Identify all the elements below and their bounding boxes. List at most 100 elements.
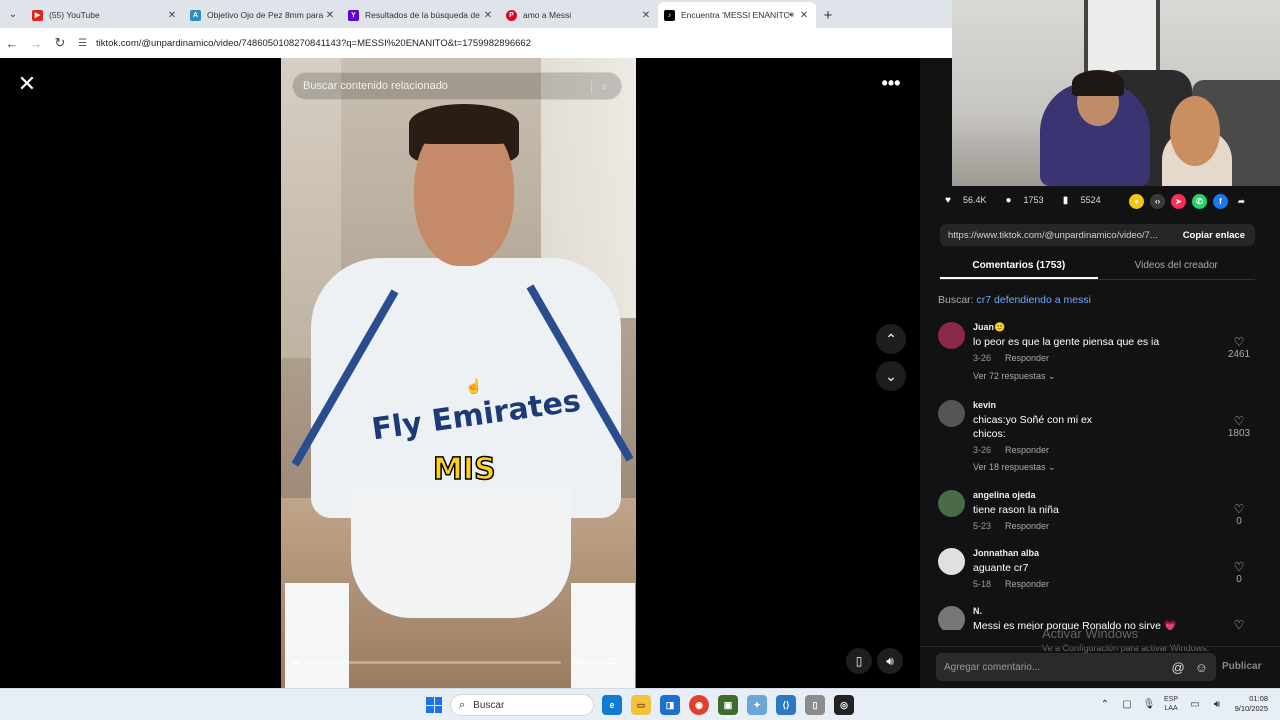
vscode-icon[interactable]: ⟨⟩: [776, 695, 796, 715]
heart-icon[interactable]: ♡: [1224, 618, 1254, 630]
tray-app-icon[interactable]: ▢: [1120, 699, 1134, 710]
network-icon[interactable]: ▭: [1188, 699, 1202, 710]
comment-author[interactable]: angelina ojeda: [973, 490, 1036, 500]
comment-placeholder: Agregar comentario...: [944, 661, 1041, 673]
taskbar-clock[interactable]: 01:08 9/10/2025: [1228, 694, 1268, 714]
volume-icon[interactable]: 🔊︎: [877, 648, 903, 674]
tab-title: amo a Messi: [523, 10, 572, 20]
heart-icon[interactable]: ♡: [1224, 414, 1254, 428]
comment-author[interactable]: N.: [973, 606, 982, 616]
mouse-cursor-icon: ☝: [465, 378, 483, 394]
comment-stat[interactable]: ● 1753: [1001, 192, 1044, 208]
browser-tab-objetivo[interactable]: A Objetivo Ojo de Pez 8mm para ✕: [184, 2, 342, 28]
floating-player-icon[interactable]: ▯: [846, 648, 872, 674]
volume-tray-icon[interactable]: 🔊︎: [1210, 699, 1224, 710]
reply-button[interactable]: Responder: [1005, 579, 1049, 589]
browser-tab-tiktok[interactable]: ♪ Encuentra 'MESSI ENANITO 🔊︎ ✕: [658, 2, 816, 28]
comment-author[interactable]: kevin: [973, 400, 996, 410]
avatar[interactable]: [938, 490, 965, 517]
comment-author[interactable]: Jonnathan alba: [973, 548, 1039, 558]
video-progress-bar[interactable]: [291, 661, 561, 664]
taskbar-search[interactable]: ⌕ Buscar: [450, 694, 594, 716]
facebook-icon[interactable]: f: [1213, 194, 1228, 209]
close-tab-icon[interactable]: ✕: [798, 10, 810, 21]
like-count: 56.4K: [963, 195, 987, 205]
search-icon[interactable]: ⌕: [591, 78, 611, 94]
close-tab-icon[interactable]: ✕: [166, 10, 178, 21]
coin-icon[interactable]: ●: [1129, 194, 1144, 209]
share-link-text[interactable]: https://www.tiktok.com/@unpardinamico/vi…: [940, 230, 1173, 241]
share-arrow-icon[interactable]: ➦: [1234, 194, 1249, 209]
heart-icon[interactable]: ♡: [1224, 502, 1254, 516]
previous-video-button[interactable]: ⌃: [876, 324, 906, 354]
whatsapp-icon[interactable]: ✆: [1192, 194, 1207, 209]
close-tab-icon[interactable]: ✕: [640, 10, 652, 21]
speaker-icon[interactable]: 🔊︎: [789, 10, 794, 20]
comment-like[interactable]: ♡ 2461: [1224, 335, 1254, 360]
usb-icon[interactable]: ▯: [805, 695, 825, 715]
emoji-icon[interactable]: ☺: [1195, 660, 1208, 675]
watermark-title: Activar Windows: [1042, 626, 1139, 641]
back-icon[interactable]: ←: [0, 36, 24, 51]
chrome-icon[interactable]: ◉: [689, 695, 709, 715]
post-button[interactable]: Publicar: [1222, 661, 1261, 672]
comment-author[interactable]: Juan🙂: [973, 322, 1005, 333]
file-explorer-icon[interactable]: ▭: [631, 695, 651, 715]
close-icon[interactable]: ✕: [14, 72, 40, 98]
video-player[interactable]: Fly Emirates MIS Buscar contenido relaci…: [281, 58, 636, 688]
tab-creator-videos[interactable]: Videos del creador: [1098, 254, 1256, 279]
reply-button[interactable]: Responder: [1005, 353, 1049, 363]
tab-search-button[interactable]: ⌄: [0, 0, 26, 28]
site-info-icon[interactable]: ☰: [78, 38, 92, 49]
comment-search-suggestion[interactable]: Buscar: cr7 defendiendo a messi: [938, 294, 1091, 306]
comment-like[interactable]: ♡ 1803: [1224, 414, 1254, 439]
view-replies-button[interactable]: Ver 72 respuestas ⌄: [973, 371, 1056, 382]
comment-meta: 5-23 Responder: [973, 521, 1049, 531]
store-icon[interactable]: ◨: [660, 695, 680, 715]
heart-icon[interactable]: ♡: [1224, 335, 1254, 349]
related-search-input[interactable]: Buscar contenido relacionado ⌕: [292, 72, 622, 100]
url-field[interactable]: ☰ tiktok.com/@unpardinamico/video/748605…: [78, 32, 952, 54]
app-icon[interactable]: ✦: [747, 695, 767, 715]
mention-icon[interactable]: @: [1172, 660, 1185, 675]
edge-icon[interactable]: e: [602, 695, 622, 715]
save-stat[interactable]: ▮ 5524: [1058, 192, 1101, 208]
browser-tab-pinterest[interactable]: P amo a Messi ✕: [500, 2, 658, 28]
pinterest-icon: P: [506, 9, 517, 21]
tab-comments[interactable]: Comentarios (1753): [940, 254, 1098, 279]
microphone-icon[interactable]: 🎙︎: [1142, 699, 1156, 710]
avatar[interactable]: [938, 322, 965, 349]
clock-date: 9/10/2025: [1234, 704, 1268, 713]
avatar[interactable]: [938, 400, 965, 427]
reload-icon[interactable]: ↻: [48, 35, 72, 51]
heart-icon[interactable]: ♡: [1224, 560, 1254, 574]
view-replies-button[interactable]: Ver 18 respuestas ⌄: [973, 462, 1056, 473]
browser-tab-youtube[interactable]: ▶ (55) YouTube ✕: [26, 2, 184, 28]
close-tab-icon[interactable]: ✕: [324, 10, 336, 21]
start-button[interactable]: [426, 697, 442, 713]
comment-like[interactable]: ♡: [1224, 618, 1254, 630]
obs-icon[interactable]: ◎: [834, 695, 854, 715]
browser-tab-yahoo[interactable]: Y Resultados de la búsqueda de ✕: [342, 2, 500, 28]
avatar[interactable]: [938, 606, 965, 630]
comment-input[interactable]: Agregar comentario... @ ☺: [936, 653, 1216, 681]
like-stat[interactable]: ♥ 56.4K: [940, 192, 987, 208]
comment-like[interactable]: ♡ 0: [1224, 560, 1254, 585]
close-tab-icon[interactable]: ✕: [482, 10, 494, 21]
send-icon[interactable]: ➤: [1171, 194, 1186, 209]
more-options-icon[interactable]: •••: [876, 72, 906, 96]
input-language[interactable]: ESP LAA: [1164, 695, 1178, 713]
video-caption: MIS: [432, 451, 496, 488]
minecraft-icon[interactable]: ▣: [718, 695, 738, 715]
new-tab-button[interactable]: +: [816, 2, 840, 28]
copy-link-button[interactable]: Copiar enlace: [1173, 230, 1255, 241]
chevron-up-icon[interactable]: ⌃: [1098, 699, 1112, 710]
reply-button[interactable]: Responder: [1005, 445, 1049, 455]
reply-button[interactable]: Responder: [1005, 521, 1049, 531]
next-video-button[interactable]: ⌄: [876, 361, 906, 391]
avatar[interactable]: [938, 548, 965, 575]
forward-icon[interactable]: →: [24, 36, 48, 51]
comment-like[interactable]: ♡ 0: [1224, 502, 1254, 527]
embed-icon[interactable]: ‹›: [1150, 194, 1165, 209]
search-keyword[interactable]: cr7 defendiendo a messi: [977, 294, 1091, 306]
